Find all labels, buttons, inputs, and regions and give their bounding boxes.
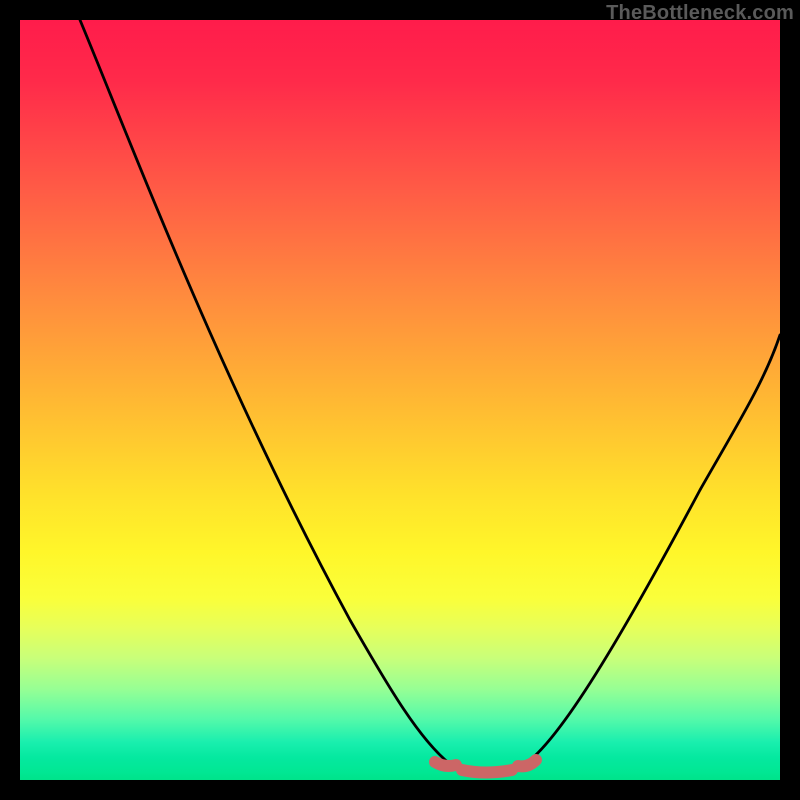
chart-frame <box>20 20 780 780</box>
bottleneck-curve <box>20 20 780 780</box>
watermark-label: TheBottleneck.com <box>606 2 794 25</box>
